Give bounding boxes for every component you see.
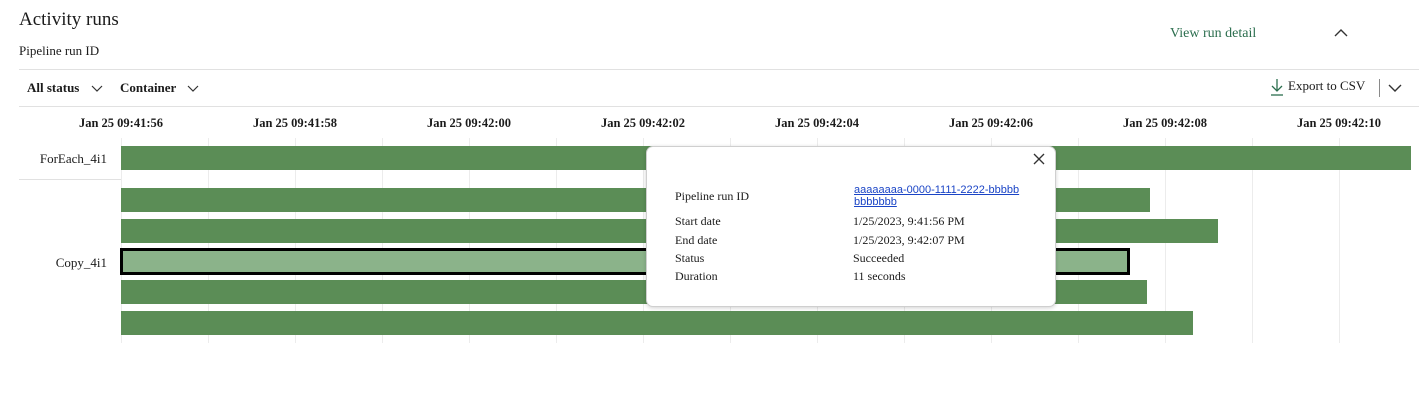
chevron-down-icon bbox=[187, 85, 199, 92]
close-icon bbox=[1033, 153, 1045, 165]
time-tick: Jan 25 09:42:08 bbox=[1122, 116, 1208, 130]
pipeline-run-id-field-label: Pipeline run ID bbox=[675, 189, 749, 203]
run-details-popup: Pipeline run ID aaaaaaaa-0000-1111-2222-… bbox=[646, 146, 1056, 307]
chevron-down-icon bbox=[1388, 84, 1402, 92]
pipeline-run-id-link[interactable]: aaaaaaaa-0000-1111-2222-bbbbbbbbbbbb bbox=[854, 184, 1024, 208]
status-filter-dropdown[interactable]: All status bbox=[27, 80, 103, 96]
time-tick: Jan 25 09:42:06 bbox=[948, 116, 1034, 130]
chevron-up-icon bbox=[1334, 29, 1348, 37]
duration-label: Duration bbox=[675, 269, 718, 283]
end-date-value: 1/25/2023, 9:42:07 PM bbox=[853, 233, 965, 247]
container-filter-label: Container bbox=[120, 80, 177, 95]
time-tick: Jan 25 09:41:58 bbox=[252, 116, 338, 130]
container-filter-dropdown[interactable]: Container bbox=[120, 80, 199, 96]
start-date-value: 1/25/2023, 9:41:56 PM bbox=[853, 214, 965, 228]
divider bbox=[19, 106, 1419, 107]
export-options-button[interactable] bbox=[1386, 79, 1404, 97]
activity-run-bar[interactable] bbox=[121, 311, 1193, 335]
time-tick: Jan 25 09:42:04 bbox=[774, 116, 860, 130]
view-run-detail-link[interactable]: View run detail bbox=[1170, 26, 1256, 42]
row-divider bbox=[19, 179, 121, 180]
status-label: Status bbox=[675, 251, 705, 265]
end-date-label: End date bbox=[675, 233, 718, 247]
chevron-down-icon bbox=[91, 85, 103, 92]
duration-value: 11 seconds bbox=[853, 269, 906, 283]
collapse-button[interactable] bbox=[1330, 22, 1352, 44]
export-csv-button[interactable]: Export to CSV bbox=[1270, 78, 1365, 96]
download-icon bbox=[1271, 79, 1283, 96]
export-csv-label: Export to CSV bbox=[1288, 78, 1366, 93]
time-tick: Jan 25 09:42:10 bbox=[1296, 116, 1382, 130]
time-tick: Jan 25 09:42:02 bbox=[600, 116, 686, 130]
status-filter-label: All status bbox=[27, 80, 80, 95]
close-button[interactable] bbox=[1030, 150, 1048, 168]
row-label-copy: Copy_4i1 bbox=[55, 255, 107, 270]
time-tick: Jan 25 09:42:00 bbox=[426, 116, 512, 130]
time-tick: Jan 25 09:41:56 bbox=[78, 116, 164, 130]
page-title: Activity runs bbox=[19, 9, 119, 30]
pipeline-run-id-label: Pipeline run ID bbox=[19, 43, 100, 58]
divider bbox=[19, 69, 1419, 70]
row-label-foreach: ForEach_4i1 bbox=[39, 151, 107, 166]
status-value: Succeeded bbox=[853, 251, 905, 265]
start-date-label: Start date bbox=[675, 214, 721, 228]
toolbar-separator bbox=[1379, 79, 1380, 97]
